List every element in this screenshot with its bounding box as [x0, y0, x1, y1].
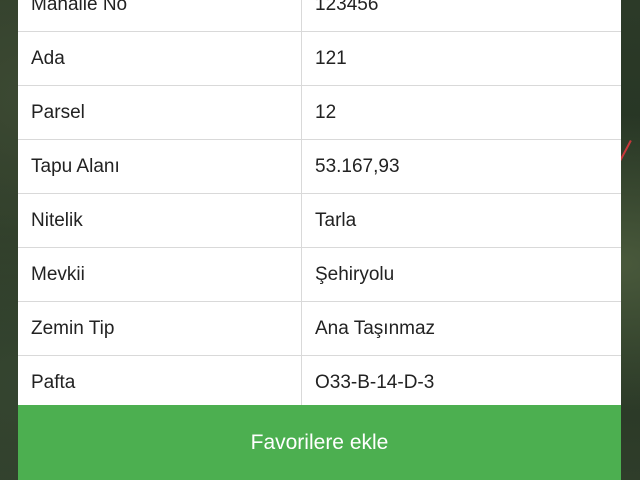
table-row: Pafta O33-B-14-D-3 [18, 356, 621, 410]
row-value: 53.167,93 [315, 155, 400, 177]
table-row: Ada 121 [18, 32, 621, 86]
row-value: O33-B-14-D-3 [315, 371, 435, 393]
row-value: 123456 [315, 0, 379, 15]
row-value: Şehiryolu [315, 263, 395, 285]
row-label: Nitelik [18, 194, 302, 247]
table-row: Tapu Alanı 53.167,93 [18, 140, 621, 194]
row-value: 121 [315, 47, 347, 69]
table-row: Parsel 12 [18, 86, 621, 140]
row-label: Parsel [18, 86, 302, 139]
table-row: Nitelik Tarla [18, 194, 621, 248]
row-label: Zemin Tip [18, 302, 302, 355]
add-to-favorites-button[interactable]: Favorilere ekle [18, 405, 621, 480]
parcel-info-table: Mahalle No 123456 Ada 121 Parsel 12 Tapu… [18, 0, 621, 410]
row-label: Tapu Alanı [18, 140, 302, 193]
table-row: Mevkii Şehiryolu [18, 248, 621, 302]
row-label: Mevkii [18, 248, 302, 301]
table-row: Mahalle No 123456 [18, 0, 621, 32]
row-value: Ana Taşınmaz [315, 317, 436, 339]
row-label: Ada [18, 32, 302, 85]
row-label: Pafta [18, 356, 302, 409]
row-label: Mahalle No [18, 0, 302, 31]
row-value: Tarla [315, 209, 357, 231]
table-row: Zemin Tip Ana Taşınmaz [18, 302, 621, 356]
row-value: 12 [315, 101, 337, 123]
